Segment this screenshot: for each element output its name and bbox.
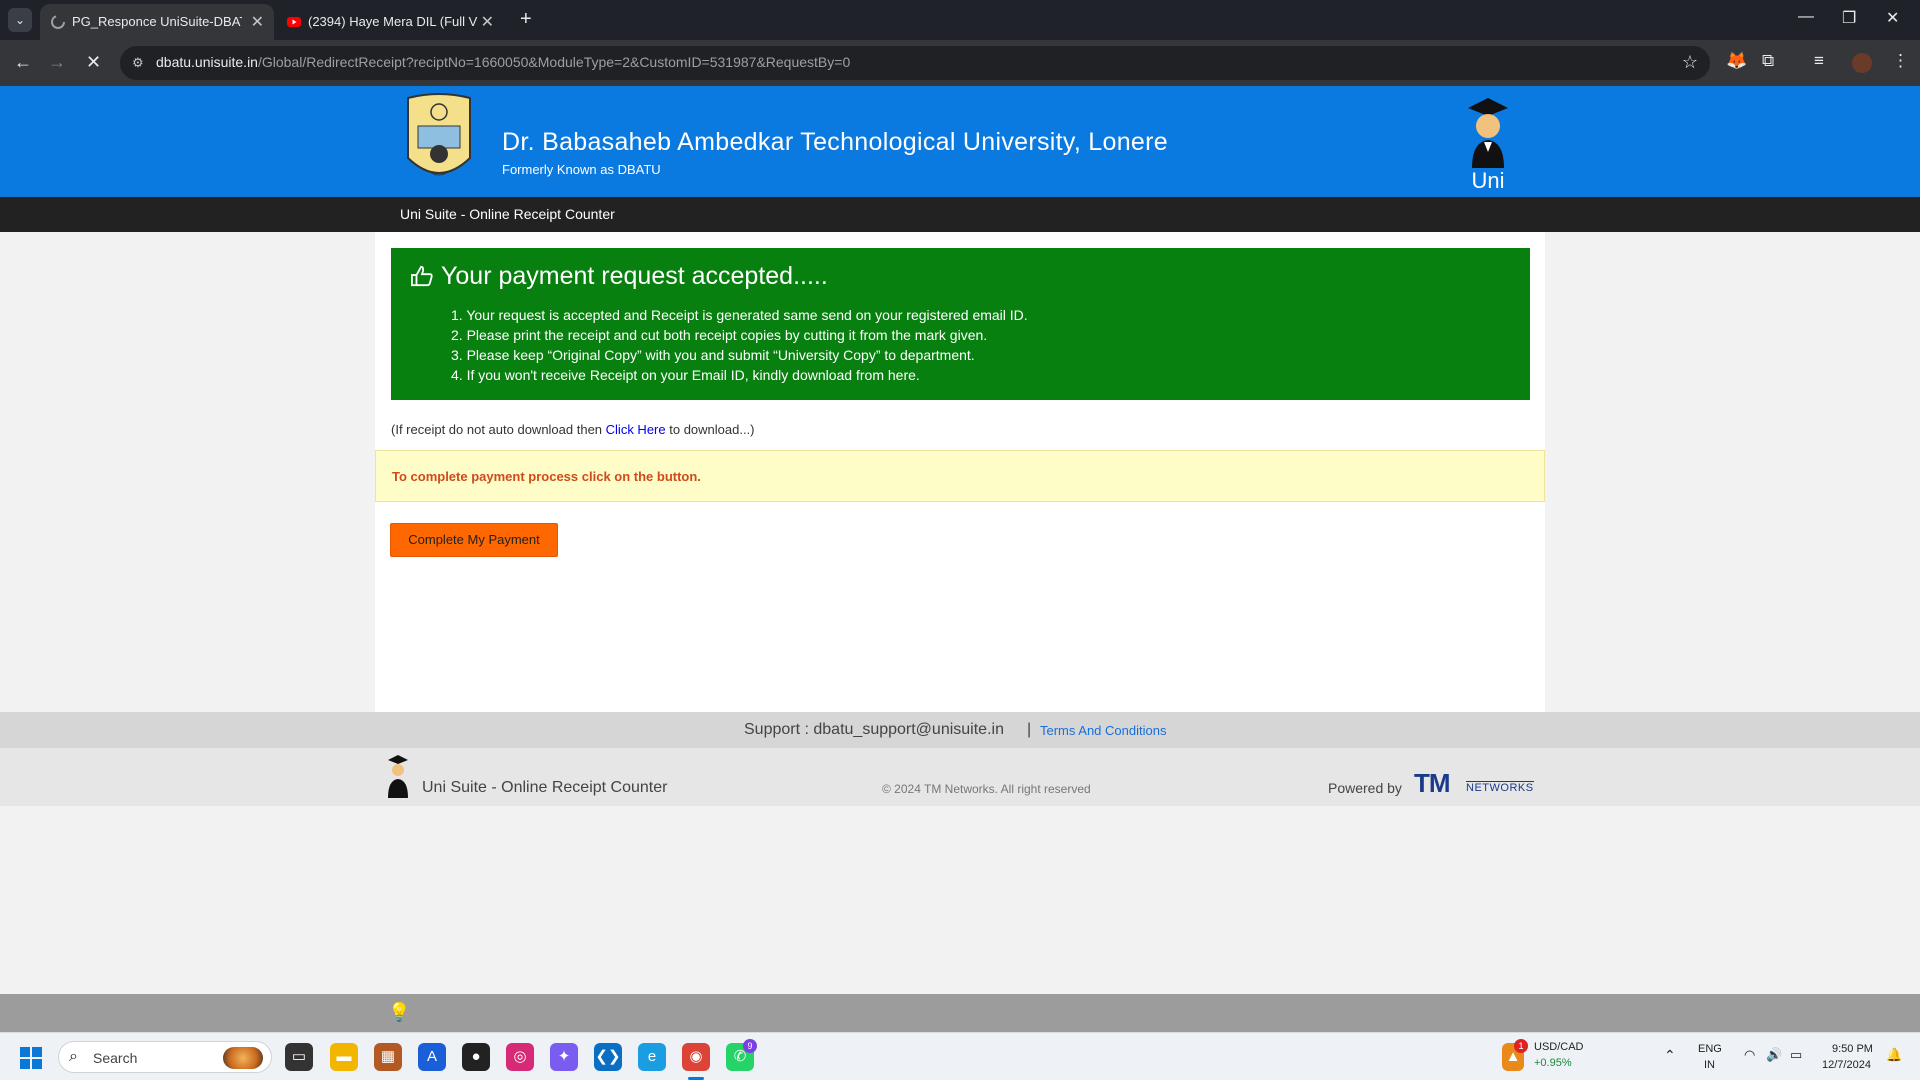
download-note: (If receipt do not auto download then Cl… (391, 422, 755, 437)
volume-icon[interactable]: 🔊 (1766, 1047, 1782, 1063)
main-content: Your payment request accepted..... 1. Yo… (375, 232, 1545, 712)
back-icon[interactable]: ← (14, 52, 32, 73)
support-bar: Support : dbatu_support@unisuite.in | Te… (0, 712, 1920, 748)
browser-toolbar: ← → ✕ ⚙ dbatu.unisuite.in/Global/Redirec… (0, 40, 1920, 86)
ticker-badge: 1 (1514, 1039, 1528, 1053)
site-header: Dr. Babasaheb Ambedkar Technological Uni… (0, 86, 1920, 219)
graduate-icon (1468, 98, 1508, 168)
vscode-icon[interactable]: ❮❯ (594, 1043, 622, 1071)
search-highlight-icon (223, 1047, 263, 1069)
list-item: 2. Please print the receipt and cut both… (451, 327, 988, 343)
support-email: Support : dbatu_support@unisuite.in (744, 721, 1004, 738)
list-item: 1. Your request is accepted and Receipt … (451, 307, 1028, 323)
site-footer: Uni Suite - Online Receipt Counter © 202… (0, 748, 1920, 806)
app-icon[interactable]: ▦ (374, 1043, 402, 1071)
profile-avatar[interactable] (1852, 53, 1872, 73)
alien-app-icon[interactable]: ● (462, 1043, 490, 1071)
warning-banner: To complete payment process click on the… (375, 450, 1545, 502)
footer-app-name: Uni Suite - Online Receipt Counter (422, 779, 668, 796)
battery-icon[interactable]: ▭ (1790, 1047, 1802, 1063)
copilot-icon[interactable]: ✦ (550, 1043, 578, 1071)
clock-date[interactable]: 12/7/2024 (1822, 1059, 1871, 1071)
notification-bell-icon[interactable]: 🔔 (1886, 1047, 1902, 1063)
tab-inactive[interactable]: (2394) Haye Mera DIL (Full Video ✕ (276, 4, 504, 40)
warning-text: To complete payment process click on the… (392, 469, 701, 484)
ticker-name[interactable]: USD/CAD (1534, 1041, 1584, 1053)
subnav-bar: Uni Suite - Online Receipt Counter (0, 197, 1920, 232)
loading-icon (51, 15, 65, 29)
success-list: 1. Your request is accepted and Receipt … (451, 305, 1028, 385)
click-here-link[interactable]: Click Here (606, 422, 666, 437)
close-icon[interactable]: ✕ (251, 12, 264, 32)
media-control-icon[interactable]: ≡ (1814, 51, 1824, 71)
page-bottom-strip: 💡 (0, 994, 1920, 1032)
separator: | (1027, 721, 1032, 738)
graduate-icon (388, 755, 408, 798)
complete-payment-button[interactable]: Complete My Payment (390, 523, 558, 557)
unisuite-brand: Uni Suite (1444, 92, 1532, 219)
success-heading: Your payment request accepted..... (409, 262, 828, 291)
store-icon[interactable]: A (418, 1043, 446, 1071)
minimize-icon[interactable]: — (1798, 8, 1814, 26)
address-bar[interactable]: ⚙ dbatu.unisuite.in/Global/RedirectRecei… (120, 46, 1710, 80)
edge-icon[interactable]: e (638, 1043, 666, 1071)
language-top[interactable]: ENG (1698, 1043, 1722, 1055)
copyright: © 2024 TM Networks. All right reserved (882, 782, 1091, 796)
university-subtitle: Formerly Known as DBATU (502, 162, 661, 177)
extension-fox-icon[interactable]: 🦊 (1726, 51, 1747, 71)
stop-loading-icon[interactable]: ✕ (86, 52, 101, 73)
powered-by: Powered by (1328, 780, 1402, 796)
taskbar: ⌕ Search ▭ ▬ ▦ A ● ◎ ✦ ❮❯ e ◉ ✆ 9 ▲ 1 US… (0, 1032, 1920, 1080)
tm-networks-logo: TM (1414, 768, 1451, 798)
university-logo (407, 93, 471, 176)
terms-link[interactable]: Terms And Conditions (1040, 723, 1166, 738)
window-close-icon[interactable]: ✕ (1886, 8, 1899, 28)
windows-start-icon[interactable] (20, 1047, 42, 1069)
taskbar-search[interactable]: ⌕ Search (58, 1041, 272, 1073)
success-panel: Your payment request accepted..... 1. Yo… (391, 248, 1530, 400)
tab-title: PG_Responce UniSuite-DBATU (72, 14, 242, 29)
tm-networks-logo-sub: NETWORKS (1466, 781, 1534, 794)
search-label: Search (93, 1050, 138, 1066)
chrome-icon[interactable]: ◉ (682, 1043, 710, 1071)
subnav-title: Uni Suite - Online Receipt Counter (400, 206, 615, 222)
youtube-icon (287, 17, 301, 27)
whatsapp-badge: 9 (743, 1039, 757, 1053)
thumbs-up-icon (411, 265, 433, 287)
lightbulb-icon: 💡 (388, 1002, 411, 1022)
tab-title: (2394) Haye Mera DIL (Full Video (308, 14, 478, 29)
wifi-icon[interactable]: ◠ (1744, 1047, 1755, 1063)
tab-active[interactable]: PG_Responce UniSuite-DBATU ✕ (40, 4, 274, 40)
restore-icon[interactable]: ❐ (1842, 8, 1856, 28)
language-bottom: IN (1704, 1059, 1715, 1071)
university-name: Dr. Babasaheb Ambedkar Technological Uni… (502, 128, 1168, 156)
file-explorer-icon[interactable]: ▬ (330, 1043, 358, 1071)
site-info-icon[interactable]: ⚙ (132, 55, 144, 71)
menu-kebab-icon[interactable]: ⋮ (1892, 51, 1909, 71)
tab-search-button[interactable]: ⌄ (8, 8, 32, 32)
chevron-up-icon[interactable]: ⌃ (1664, 1047, 1676, 1064)
list-item: 4. If you won't receive Receipt on your … (451, 367, 920, 383)
task-view-icon[interactable]: ▭ (285, 1043, 313, 1071)
forward-icon[interactable]: → (48, 52, 66, 73)
close-icon[interactable]: ✕ (481, 12, 494, 32)
search-icon: ⌕ (69, 1048, 78, 1065)
ticker-change: +0.95% (1534, 1057, 1572, 1069)
instagram-icon[interactable]: ◎ (506, 1043, 534, 1071)
list-item: 3. Please keep “Original Copy” with you … (451, 347, 975, 363)
clock-time[interactable]: 9:50 PM (1832, 1043, 1873, 1055)
url-text[interactable]: dbatu.unisuite.in/Global/RedirectReceipt… (156, 54, 850, 70)
browser-tab-bar: ⌄ PG_Responce UniSuite-DBATU ✕ (2394) Ha… (0, 0, 1920, 40)
new-tab-button[interactable]: + (520, 8, 532, 31)
bookmark-star-icon[interactable]: ☆ (1682, 52, 1698, 73)
extensions-puzzle-icon[interactable]: ⧉ (1762, 51, 1774, 71)
